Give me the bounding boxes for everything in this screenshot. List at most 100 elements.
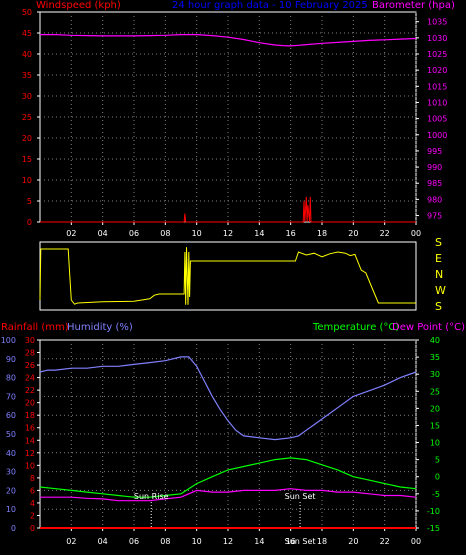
wind-baro-x-tick-label: 02 <box>66 229 76 238</box>
wind-direction-letter: W <box>435 284 446 297</box>
windspeed-tick-label: 10 <box>22 176 32 185</box>
rainfall-tick-label: 24 <box>25 374 35 383</box>
temp-humidity-x-tick-label: 04 <box>98 537 108 546</box>
rainfall-tick-label: 10 <box>25 461 35 470</box>
windspeed-tick-label: 50 <box>22 8 32 17</box>
temperature-tick-label: 35 <box>430 353 440 362</box>
windspeed-tick-label: 5 <box>27 197 32 206</box>
wind-direction-letters: SENWS <box>435 236 446 313</box>
humidity-tick-label: 50 <box>6 430 16 439</box>
rainfall-tick-label: 14 <box>25 436 35 445</box>
temperature-tick-label: -15 <box>427 524 440 533</box>
barometer-tick-label: 1000 <box>427 131 447 140</box>
temp-humidity-x-tick-label: 14 <box>254 537 264 546</box>
temp-humidity-x-tick-label: 22 <box>380 537 390 546</box>
barometer-tick-label: 980 <box>427 195 442 204</box>
wind-baro-x-tick-label: 00 <box>411 229 421 238</box>
temp-humidity-chart: 0102030405060708090100 02468101214161820… <box>1 322 465 546</box>
temp-humidity-grid <box>40 340 417 528</box>
windspeed-tick-label: 45 <box>22 29 32 38</box>
temperature-line <box>39 457 417 498</box>
barometer-tick-label: 1005 <box>427 115 447 124</box>
humidity-tick-label: 30 <box>6 468 16 477</box>
chart-title: 24 hour graph data - 10 February 2025 <box>172 0 368 11</box>
wind-direction-line <box>39 247 416 305</box>
rainfall-tick-label: 12 <box>25 449 35 458</box>
temp-humidity-x-tick-label: 12 <box>223 537 233 546</box>
temperature-tick-label: 15 <box>430 421 440 430</box>
rainfall-tick-label: 2 <box>30 511 35 520</box>
wind-baro-x-tick-label: 06 <box>129 229 139 238</box>
rainfall-tick-label: 18 <box>25 411 35 420</box>
wind-baro-time-axis: 02 04 06 08 10 12 14 16 18 20 22 00 <box>66 222 421 238</box>
sun-annotation-label: Sun Rise <box>134 492 169 501</box>
rainfall-tick-label: 8 <box>30 474 35 483</box>
rainfall-tick-label: 26 <box>25 361 35 370</box>
barometer-tick-label: 985 <box>427 179 442 188</box>
windspeed-axis-label: Windspeed (kph) <box>36 0 121 11</box>
wind-baro-x-tick-label: 20 <box>348 229 358 238</box>
temperature-tick-label: 10 <box>430 439 440 448</box>
rainfall-tick-label: 28 <box>25 349 35 358</box>
temp-humidity-x-tick-label: 00 <box>411 537 421 546</box>
humidity-tick-label: 100 <box>1 336 16 345</box>
windspeed-tick-label: 35 <box>22 71 32 80</box>
barometer-tick-label: 1015 <box>427 82 447 91</box>
rainfall-tick-label: 4 <box>30 499 35 508</box>
humidity-axis-label: Humidity (%) <box>67 322 133 333</box>
humidity-tick-label: 40 <box>6 449 16 458</box>
barometer-tick-label: 1030 <box>427 34 447 43</box>
barometer-axis-ticks: 975 980 985 990 995 1000 1005 1010 1015 1020 1025 1… <box>416 18 447 221</box>
rainfall-tick-label: 30 <box>25 336 35 345</box>
wind-direction-plot-frame <box>39 241 417 311</box>
temp-humidity-x-tick-label: 10 <box>192 537 202 546</box>
barometer-tick-label: 1025 <box>427 50 447 59</box>
temp-humidity-x-tick-label: 18 <box>317 537 327 546</box>
barometer-tick-label: 975 <box>427 212 442 221</box>
rainfall-axis-ticks: 024681012141618202224262830 <box>25 336 40 533</box>
temperature-tick-label: 25 <box>430 387 440 396</box>
wind-baro-x-tick-label: 08 <box>160 229 170 238</box>
wind-baro-chart: 05101520253035404550 9759809859909951000… <box>22 0 455 238</box>
windspeed-tick-label: 25 <box>22 113 32 122</box>
rainfall-tick-label: 20 <box>25 399 35 408</box>
humidity-tick-label: 10 <box>6 505 16 514</box>
humidity-tick-label: 20 <box>6 486 16 495</box>
temperature-tick-label: 0 <box>435 473 440 482</box>
temperature-tick-label: -5 <box>432 490 440 499</box>
rainfall-tick-label: 16 <box>25 424 35 433</box>
weather-charts: 05101520253035404550 9759809859909951000… <box>1 0 465 546</box>
rainfall-tick-label: 0 <box>30 524 35 533</box>
windspeed-tick-label: 20 <box>22 134 32 143</box>
temperature-tick-label: 5 <box>435 456 440 465</box>
wind-direction-series <box>39 247 416 305</box>
windspeed-tick-label: 0 <box>27 218 32 227</box>
wind-baro-x-tick-label: 04 <box>98 229 108 238</box>
temp-humidity-series <box>39 356 417 529</box>
barometer-axis-label: Barometer (hpa) <box>372 0 455 11</box>
humidity-tick-label: 0 <box>11 524 16 533</box>
barometer-tick-label: 1035 <box>427 18 447 27</box>
windspeed-tick-label: 30 <box>22 92 32 101</box>
barometer-tick-label: 990 <box>427 163 442 172</box>
rainfall-axis-label: Rainfall (mm) <box>1 322 69 333</box>
temperature-tick-label: -10 <box>427 507 440 516</box>
temp-humidity-x-tick-label: 02 <box>66 537 76 546</box>
wind-direction-letter: N <box>435 268 443 281</box>
temperature-tick-label: 20 <box>430 404 440 413</box>
windspeed-axis-ticks: 0 5 10 15 20 25 30 35 40 45 50 <box>22 8 40 227</box>
humidity-axis-ticks: 0 10 20 30 40 50 60 70 80 90 100 <box>1 336 16 533</box>
wind-baro-x-tick-label: 16 <box>286 229 296 238</box>
humidity-tick-label: 90 <box>6 355 16 364</box>
sun-set-axis-label: Sun Set <box>285 537 316 546</box>
rainfall-tick-label: 22 <box>25 386 35 395</box>
wind-baro-x-tick-label: 22 <box>380 229 390 238</box>
barometer-tick-label: 1020 <box>427 66 447 75</box>
wind-baro-x-tick-label: 10 <box>192 229 202 238</box>
temperature-axis-ticks: -15 -10 -5 0 5 10 15 20 25 30 35 40 <box>416 336 440 533</box>
temp-humidity-x-tick-label: 20 <box>348 537 358 546</box>
barometer-tick-label: 1010 <box>427 98 447 107</box>
windspeed-tick-label: 15 <box>22 155 32 164</box>
wind-baro-x-tick-label: 14 <box>254 229 264 238</box>
sun-annotation-label: Sun Set <box>285 492 316 501</box>
